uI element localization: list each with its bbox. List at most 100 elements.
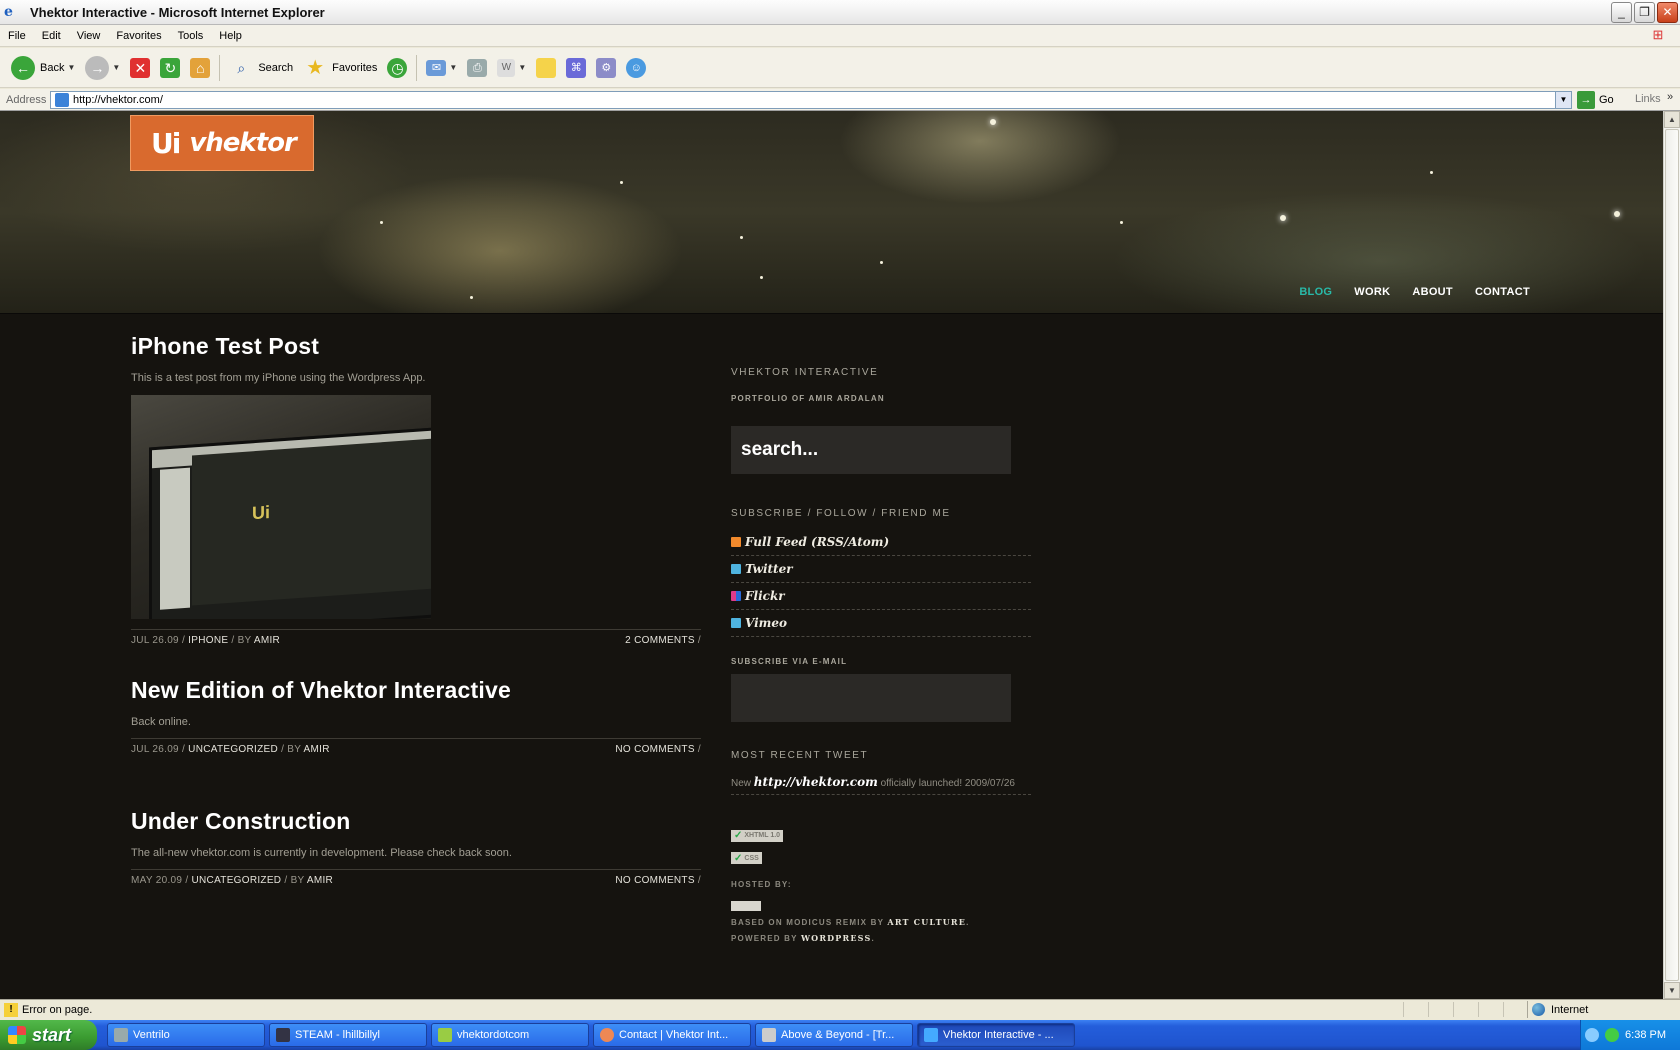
taskbar-item-firefox[interactable]: Contact | Vhektor Int... <box>593 1023 751 1047</box>
post-author[interactable]: AMIR <box>254 635 280 646</box>
status-text[interactable]: Error on page. <box>22 1004 92 1016</box>
social-link-vimeo[interactable]: Vimeo <box>731 610 1031 637</box>
tools-button[interactable]: ⚙ <box>591 52 621 84</box>
menu-view[interactable]: View <box>69 30 109 42</box>
star-decoration <box>760 276 763 279</box>
scroll-up-icon[interactable]: ▲ <box>1664 111 1680 128</box>
star-decoration <box>620 181 623 184</box>
vertical-scrollbar[interactable]: ▲ ▼ <box>1663 111 1680 999</box>
go-button[interactable]: → Go <box>1577 91 1614 109</box>
minimize-button[interactable]: _ <box>1611 2 1632 23</box>
notes-button[interactable] <box>531 52 561 84</box>
post-author[interactable]: AMIR <box>307 875 333 886</box>
post-category[interactable]: UNCATEGORIZED <box>188 744 278 755</box>
host-logo[interactable] <box>731 901 761 911</box>
logo-text: vhektor <box>189 128 296 158</box>
back-button[interactable]: ← Back ▼ <box>6 52 80 84</box>
restore-button[interactable]: ❐ <box>1634 2 1655 23</box>
start-button[interactable]: start <box>0 1020 97 1050</box>
messenger-button[interactable]: ☺ <box>621 52 651 84</box>
search-input[interactable]: search... <box>731 426 1011 474</box>
address-input[interactable]: http://vhektor.com/ ▼ <box>50 91 1572 109</box>
post-title[interactable]: iPhone Test Post <box>131 333 701 360</box>
home-button[interactable]: ⌂ <box>185 52 215 84</box>
back-dropdown-icon[interactable]: ▼ <box>67 63 75 72</box>
links-label[interactable]: Links <box>1635 93 1661 105</box>
windows-flag-icon <box>8 1026 26 1044</box>
nav-work[interactable]: WORK <box>1354 286 1390 298</box>
forward-dropdown-icon[interactable]: ▼ <box>112 63 120 72</box>
social-link-rss[interactable]: Full Feed (RSS/Atom) <box>731 529 1031 556</box>
address-label: Address <box>6 93 47 106</box>
tweet-heading: MOST RECENT TWEET <box>731 750 869 761</box>
taskbar-item-ie[interactable]: Vhektor Interactive - ... <box>917 1023 1075 1047</box>
post-title[interactable]: New Edition of Vhektor Interactive <box>131 677 701 704</box>
search-button[interactable]: ⌕ Search <box>224 52 298 84</box>
hosted-by-label: HOSTED BY: <box>731 880 792 889</box>
tweet-link[interactable]: http://vhektor.com <box>754 775 878 789</box>
print-button[interactable]: ⎙ <box>462 52 492 84</box>
taskbar-item-player[interactable]: Above & Beyond - [Tr... <box>755 1023 913 1047</box>
post-category[interactable]: UNCATEGORIZED <box>192 875 282 886</box>
post-comments[interactable]: 2 COMMENTS <box>625 635 695 646</box>
history-button[interactable]: ◷ <box>382 52 412 84</box>
email-field[interactable] <box>731 674 1011 722</box>
post-comments[interactable]: NO COMMENTS <box>615 744 694 755</box>
chevron-right-icon[interactable]: » <box>1667 91 1673 103</box>
taskbar-item-vhektordotcom[interactable]: vhektordotcom <box>431 1023 589 1047</box>
stop-button[interactable]: ✕ <box>125 52 155 84</box>
status-bar: ! Error on page. Internet <box>0 999 1680 1019</box>
social-link-flickr[interactable]: Flickr <box>731 583 1031 610</box>
post-by: BY <box>287 744 302 755</box>
taskbar-item-steam[interactable]: STEAM - lhillbillyl <box>269 1023 427 1047</box>
nav-blog[interactable]: BLOG <box>1299 286 1332 298</box>
edit-button[interactable]: W ▼ <box>492 52 531 84</box>
print-icon: ⎙ <box>467 58 488 77</box>
address-dropdown-icon[interactable]: ▼ <box>1555 92 1571 108</box>
scroll-down-icon[interactable]: ▼ <box>1664 982 1680 999</box>
logo-mark: Ui <box>151 126 181 160</box>
post: iPhone Test Post This is a test post fro… <box>131 333 701 646</box>
post-category[interactable]: IPHONE <box>188 635 228 646</box>
nav-contact[interactable]: CONTACT <box>1475 286 1530 298</box>
flickr-icon <box>731 591 741 601</box>
nav-about[interactable]: ABOUT <box>1412 286 1453 298</box>
post-excerpt: Back online. <box>131 716 191 728</box>
rss-icon <box>731 537 741 547</box>
screen-logo: Ui <box>252 502 270 524</box>
post-comments[interactable]: NO COMMENTS <box>615 875 694 886</box>
menu-favorites[interactable]: Favorites <box>108 30 169 42</box>
warning-icon[interactable]: ! <box>4 1002 18 1017</box>
css-badge[interactable]: ✓ CSS <box>731 852 762 864</box>
post-date: JUL 26.09 <box>131 744 179 755</box>
ie-icon <box>924 1028 938 1042</box>
menu-help[interactable]: Help <box>211 30 250 42</box>
refresh-button[interactable]: ↻ <box>155 52 185 84</box>
recent-tweet: New http://vhektor.com officially launch… <box>731 761 1031 795</box>
research-button[interactable]: ⌘ <box>561 52 591 84</box>
taskbar-item-ventrilo[interactable]: Ventrilo <box>107 1023 265 1047</box>
post-title[interactable]: Under Construction <box>131 808 701 835</box>
menu-edit[interactable]: Edit <box>34 30 69 42</box>
menu-file[interactable]: File <box>0 30 34 42</box>
favorites-button[interactable]: ★ Favorites <box>298 52 382 84</box>
post-image[interactable]: Ui <box>131 395 431 619</box>
scroll-thumb[interactable] <box>1665 129 1679 981</box>
powered-by-link[interactable]: WORDPRESS <box>801 933 871 943</box>
edit-dropdown-icon[interactable]: ▼ <box>518 63 526 72</box>
mail-dropdown-icon[interactable]: ▼ <box>449 63 457 72</box>
menu-tools[interactable]: Tools <box>170 30 212 42</box>
social-link-twitter[interactable]: Twitter <box>731 556 1031 583</box>
star-decoration <box>380 221 383 224</box>
subscribe-heading: SUBSCRIBE / FOLLOW / FRIEND ME <box>731 508 951 519</box>
close-button[interactable]: ✕ <box>1657 2 1678 23</box>
xhtml-badge[interactable]: ✓ XHTML 1.0 <box>731 829 784 842</box>
theme-credit-link[interactable]: ART CULTURE <box>887 917 966 927</box>
mail-button[interactable]: ✉ ▼ <box>421 52 462 84</box>
tray-chevron-icon[interactable] <box>1585 1028 1600 1042</box>
forward-button[interactable]: → ▼ <box>80 52 125 84</box>
tray-app-icon[interactable] <box>1605 1028 1620 1042</box>
site-logo[interactable]: Ui vhektor <box>130 115 314 171</box>
clock[interactable]: 6:38 PM <box>1625 1029 1666 1041</box>
post-author[interactable]: AMIR <box>304 744 330 755</box>
